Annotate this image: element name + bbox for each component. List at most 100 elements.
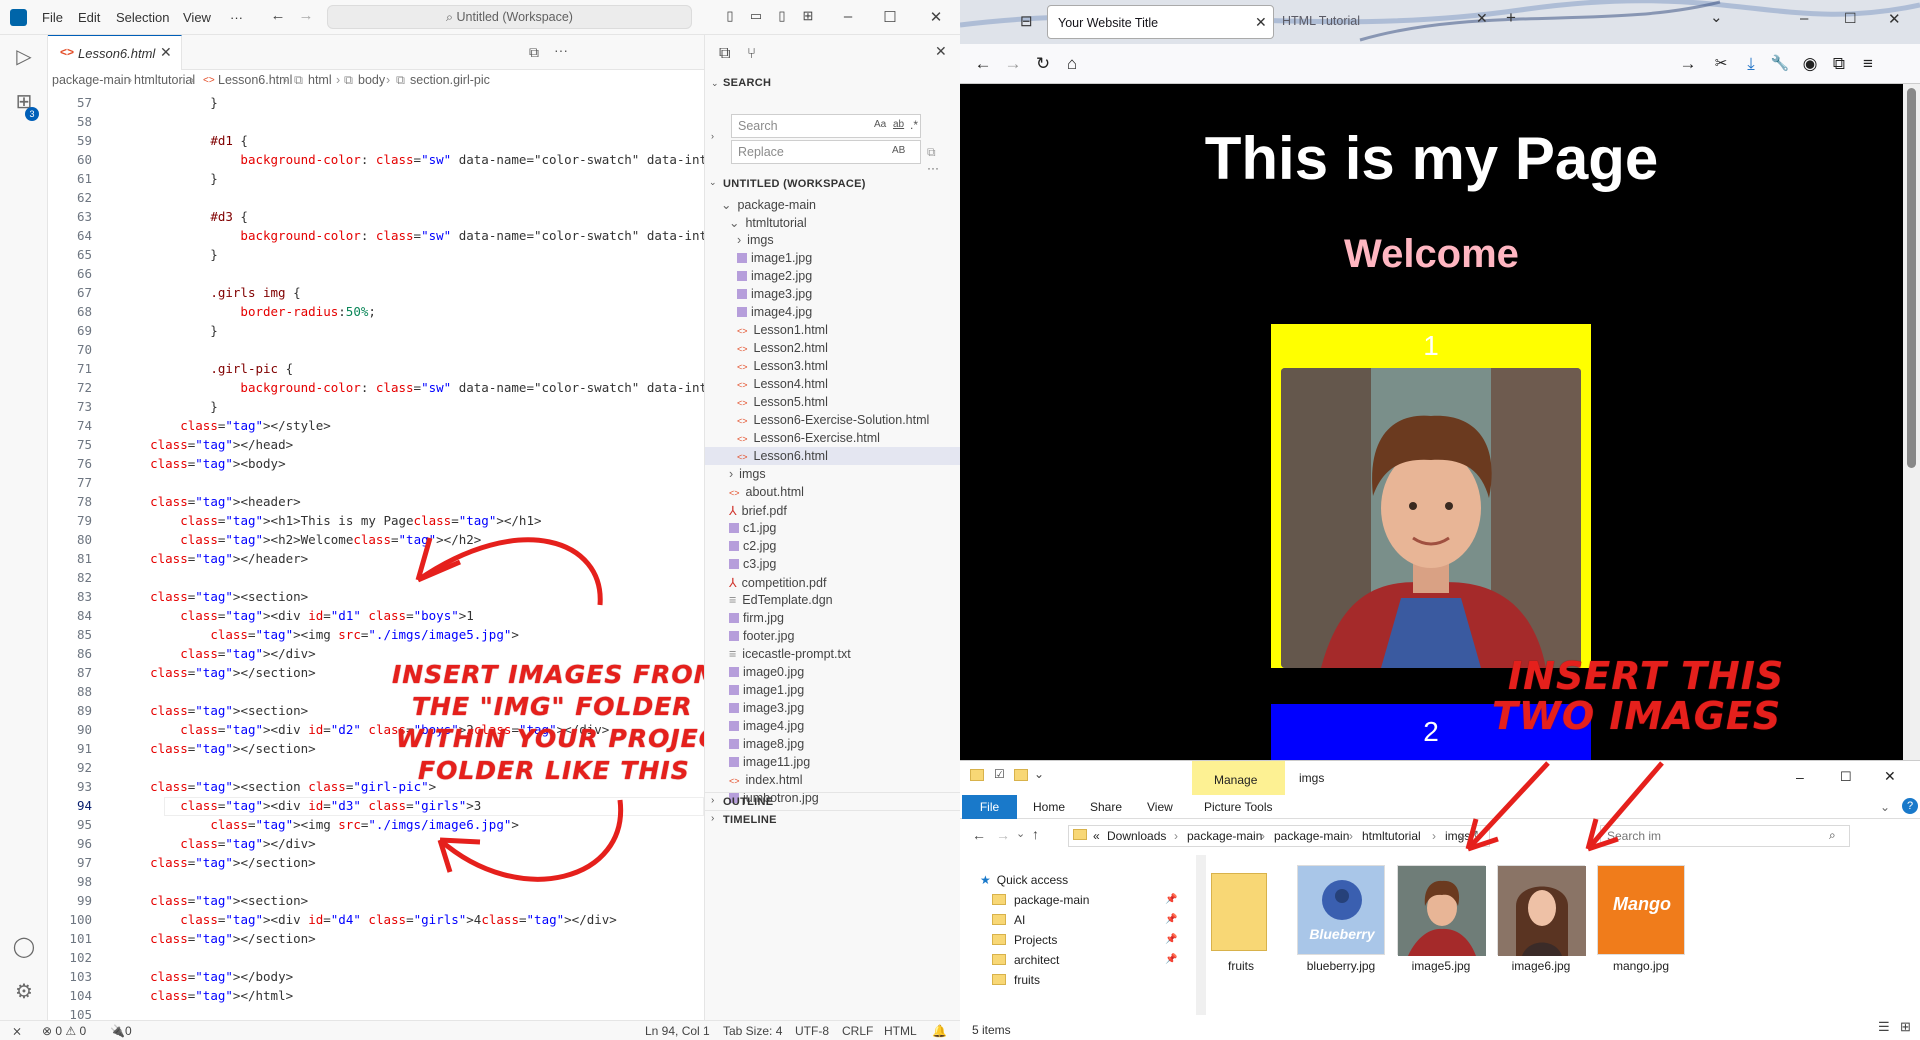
code-line[interactable]: } — [120, 323, 218, 338]
tree-item[interactable]: <> Lesson5.html — [705, 393, 961, 411]
code-line[interactable]: .girls img { — [120, 285, 300, 300]
encoding[interactable]: UTF-8 — [795, 1024, 829, 1038]
tab-close-icon[interactable]: ✕ — [1476, 10, 1488, 27]
tab-close-icon[interactable]: ✕ — [1255, 14, 1267, 31]
manage-tab[interactable]: Manage — [1192, 761, 1285, 795]
tree-item[interactable]: <> Lesson1.html — [705, 321, 961, 339]
close-icon[interactable]: ✕ — [926, 8, 946, 26]
code-line[interactable]: class="tag"></div> — [120, 836, 316, 851]
nav-package-main[interactable]: package-main — [992, 893, 1089, 907]
close-sidebar-icon[interactable]: ✕ — [935, 43, 947, 60]
file-item-mango[interactable]: Mango mango.jpg — [1596, 865, 1686, 973]
code-line[interactable]: background-color: class="sw" data-name="… — [120, 380, 704, 395]
tree-item[interactable]: <> index.html — [705, 771, 961, 789]
tree-item[interactable]: image11.jpg — [705, 753, 961, 771]
customize-layout-icon[interactable]: ⊞ — [798, 8, 818, 24]
code-line[interactable]: class="tag"></section> — [120, 741, 316, 756]
code-line[interactable]: #d3 { — [120, 209, 248, 224]
file-item-image5[interactable]: image5.jpg — [1396, 865, 1486, 973]
code-line[interactable]: class="tag"><body> — [120, 456, 286, 471]
code-line[interactable]: class="tag"><header> — [120, 494, 301, 509]
menu-more[interactable]: ··· — [230, 10, 243, 25]
code-line[interactable]: class="tag"></header> — [120, 551, 308, 566]
tree-item[interactable]: <> Lesson6-Exercise-Solution.html — [705, 411, 961, 429]
tab-lesson6[interactable]: <> Lesson6.html ✕ — [48, 35, 182, 70]
menu-hamburger-icon[interactable]: ≡ — [1858, 54, 1878, 74]
extensions-puzzle-icon[interactable]: ⧉ — [1829, 54, 1849, 74]
code-line[interactable]: class="tag"><section> — [120, 589, 308, 604]
tree-item[interactable]: › imgs — [705, 231, 961, 249]
tree-item[interactable]: ⌄ htmltutorial — [705, 213, 961, 231]
nav-fruits[interactable]: fruits — [992, 973, 1040, 987]
maximize-icon[interactable]: ☐ — [1844, 10, 1857, 27]
menu-edit[interactable]: Edit — [78, 10, 100, 25]
tree-item[interactable]: c2.jpg — [705, 537, 961, 555]
code-line[interactable]: background-color: class="sw" data-name="… — [120, 228, 704, 243]
tree-item[interactable]: image4.jpg — [705, 303, 961, 321]
quick-properties-icon[interactable]: ☑ — [994, 767, 1005, 781]
replace-all-icon[interactable]: ⧉ — [927, 145, 936, 160]
more-search-icon[interactable]: ··· — [927, 161, 939, 175]
toggle-panel-icon[interactable]: ▭ — [746, 8, 766, 24]
crumb-section[interactable]: section.girl-pic — [410, 73, 490, 87]
menu-selection[interactable]: Selection — [116, 10, 169, 25]
tree-item[interactable]: image4.jpg — [705, 717, 961, 735]
file-item-fruits[interactable]: fruits — [1196, 865, 1286, 973]
path-package-main[interactable]: package-main — [1187, 829, 1262, 843]
menu-file[interactable]: File — [42, 10, 63, 25]
address-path[interactable]: « Downloads › package-main › package-mai… — [1068, 825, 1490, 847]
regex-icon[interactable]: .* — [910, 118, 918, 132]
eol[interactable]: CRLF — [842, 1024, 873, 1038]
account-icon[interactable]: ◉ — [1800, 54, 1820, 74]
pin-icon[interactable]: 📌 — [1165, 934, 1177, 945]
new-folder-icon[interactable] — [1014, 769, 1028, 781]
go-icon[interactable]: → — [1678, 54, 1698, 74]
tree-item[interactable]: › imgs — [705, 465, 961, 483]
tree-item[interactable]: <> Lesson4.html — [705, 375, 961, 393]
screenshot-icon[interactable]: ✂ — [1711, 54, 1731, 72]
code-line[interactable]: } — [120, 95, 218, 110]
code-line[interactable]: class="tag"></head> — [120, 437, 293, 452]
tab-close-icon[interactable]: ✕ — [160, 44, 172, 61]
tree-item[interactable]: image1.jpg — [705, 249, 961, 267]
forward-icon[interactable]: → — [1003, 54, 1023, 74]
problems-status[interactable]: ⊗ 0 ⚠ 0 — [42, 1024, 86, 1038]
chevron-down-icon[interactable]: ⌄ — [709, 177, 717, 188]
menu-view[interactable]: View — [183, 10, 211, 25]
crumb-file[interactable]: Lesson6.html — [218, 73, 292, 87]
explorer-icon[interactable]: ⧉ — [719, 45, 730, 63]
tree-item[interactable]: <> Lesson6.html — [705, 447, 961, 465]
whole-word-icon[interactable]: ab — [893, 119, 904, 130]
maximize-icon[interactable]: ☐ — [880, 8, 900, 26]
ribbon-picture-tools[interactable]: Picture Tools — [1204, 800, 1272, 814]
ribbon-view[interactable]: View — [1147, 800, 1173, 814]
tree-item[interactable]: ⌄ package-main — [705, 195, 961, 213]
file-item-image6[interactable]: image6.jpg — [1496, 865, 1586, 973]
tree-item[interactable]: c3.jpg — [705, 555, 961, 573]
tree-item[interactable]: <> Lesson2.html — [705, 339, 961, 357]
path-package-main-2[interactable]: package-main — [1274, 829, 1349, 843]
nav-back-icon[interactable]: ← — [268, 7, 288, 24]
tree-item[interactable]: ⅄ brief.pdf — [705, 501, 961, 519]
code-line[interactable]: class="tag"></body> — [120, 969, 293, 984]
code-line[interactable]: background-color: class="sw" data-name="… — [120, 152, 704, 167]
tree-item[interactable]: <> Lesson3.html — [705, 357, 961, 375]
downloads-icon[interactable]: ⤓ — [1741, 54, 1761, 74]
ports-status[interactable]: 🔌0 — [110, 1024, 132, 1038]
code-line[interactable]: class="tag"></section> — [120, 931, 316, 946]
tree-item[interactable]: c1.jpg — [705, 519, 961, 537]
tree-item[interactable]: <> Lesson6-Exercise.html — [705, 429, 961, 447]
file-item-blueberry[interactable]: Blueberry blueberry.jpg — [1296, 865, 1386, 973]
tree-item[interactable]: image1.jpg — [705, 681, 961, 699]
tree-item[interactable]: image2.jpg — [705, 267, 961, 285]
reload-icon[interactable]: ↻ — [1033, 54, 1053, 74]
tree-item[interactable]: image0.jpg — [705, 663, 961, 681]
preserve-case-icon[interactable]: AB — [892, 145, 905, 156]
tree-item[interactable]: ≡ icecastle-prompt.txt — [705, 645, 961, 663]
pin-icon[interactable]: 📌 — [1165, 894, 1177, 905]
code-line[interactable]: class="tag"></section> — [120, 665, 316, 680]
home-icon[interactable]: ⌂ — [1062, 54, 1082, 74]
browser-tab-active[interactable]: Your Website Title ✕ — [1047, 5, 1274, 39]
outline-section[interactable]: › OUTLINE — [705, 792, 961, 810]
customize-qat-icon[interactable]: ⌄ — [1034, 767, 1044, 781]
